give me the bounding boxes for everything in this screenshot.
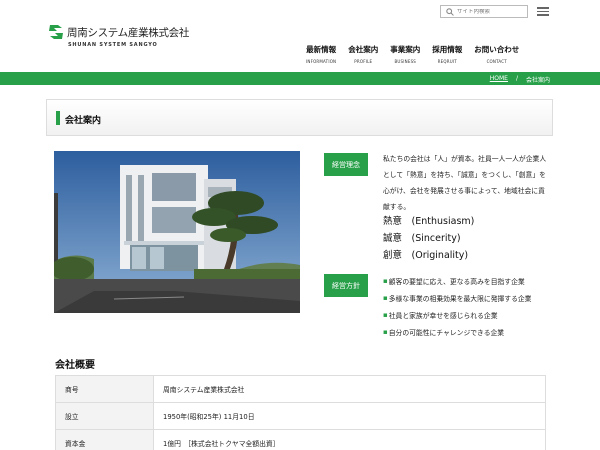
virtue-item: 誠意 (Sincerity): [383, 230, 474, 247]
building-photo: [54, 151, 300, 313]
row-key: 設立: [55, 402, 154, 430]
nav-label: 会社案内: [348, 45, 379, 54]
list-item: ▪ 社員と家族が幸せを感じられる企業: [383, 306, 531, 323]
bullet-icon: ▪: [383, 293, 388, 302]
policy-list: ▪ 顧客の要望に応え、更なる高みを目指す企業 ▪ 多様な事業の相乗効果を最大限に発揮…: [383, 272, 531, 340]
list-item: ▪ 自分の可能性にチャレンジできる企業: [383, 323, 531, 340]
overview-table: 商号 周南システム産業株式会社 設立 1950年(昭和25年) 11月10日 資…: [55, 375, 546, 450]
menu-icon[interactable]: [537, 5, 549, 17]
main-nav: 最新情報 INFORMATION 会社案内 PROFILE 事業案内 BUSIN…: [306, 44, 531, 66]
nav-label: 最新情報: [306, 45, 337, 54]
breadcrumb-current: 会社案内: [525, 77, 550, 84]
bullet-icon: ▪: [383, 276, 388, 285]
virtue-jp: 熱意: [383, 216, 403, 227]
page-title: 会社案内: [65, 116, 102, 126]
row-key: 商号: [55, 375, 154, 403]
policy-text: 社員と家族が幸せを感じられる企業: [388, 311, 498, 320]
nav-label: 採用情報: [432, 45, 463, 54]
philosophy-label: 経営理念: [324, 153, 368, 176]
breadcrumb-home-link[interactable]: HOME: [490, 75, 508, 84]
logo-text: 周南システム産業株式会社: [67, 27, 190, 39]
company-logo[interactable]: 周南システム産業株式会社 SHUNAN SYSTEM SANGYO: [48, 24, 190, 52]
policy-text: 自分の可能性にチャレンジできる企業: [388, 328, 505, 337]
search-box[interactable]: [440, 5, 528, 18]
virtue-item: 創意 (Originality): [383, 247, 474, 264]
page-title-box: 会社案内: [46, 99, 553, 136]
virtue-jp: 創意: [383, 250, 403, 261]
overview-title: 会社概要: [55, 360, 95, 371]
policy-text: 多様な事業の相乗効果を最大限に発揮する企業: [388, 294, 532, 303]
table-row: 資本金 1億円 ［株式会社トクヤマ全額出資］: [55, 429, 546, 450]
nav-item-information[interactable]: 最新情報 INFORMATION: [306, 44, 336, 66]
bullet-icon: ▪: [383, 310, 388, 319]
search-icon[interactable]: [444, 6, 455, 17]
logo-subtext: SHUNAN SYSTEM SANGYO: [68, 42, 158, 48]
nav-label: お問い合わせ: [474, 45, 520, 54]
virtue-item: 熱意 (Enthusiasm): [383, 213, 474, 230]
row-value: 周南システム産業株式会社: [153, 375, 546, 403]
list-item: ▪ 顧客の要望に応え、更なる高みを目指す企業: [383, 272, 531, 289]
table-row: 商号 周南システム産業株式会社: [55, 375, 546, 403]
nav-sublabel: PROFILE: [354, 59, 373, 64]
policy-text: 顧客の要望に応え、更なる高みを目指す企業: [388, 277, 525, 286]
virtues-list: 熱意 (Enthusiasm) 誠意 (Sincerity) 創意 (Origi…: [383, 213, 474, 264]
table-row: 設立 1950年(昭和25年) 11月10日: [55, 402, 546, 430]
policy-label: 経営方針: [324, 274, 368, 297]
search-input[interactable]: [457, 8, 527, 15]
bullet-icon: ▪: [383, 327, 388, 336]
nav-item-recruit[interactable]: 採用情報 REQRUIT: [432, 44, 462, 66]
nav-sublabel: REQRUIT: [437, 59, 457, 64]
nav-item-contact[interactable]: お問い合わせ CONTACT: [474, 44, 519, 66]
virtue-en: (Sincerity): [411, 233, 461, 244]
philosophy-text: 私たちの会社は「人」が資本。社員一人一人が企業人として「熱意」を持ち、「誠意」を…: [383, 155, 547, 211]
virtue-en: (Enthusiasm): [411, 216, 475, 227]
row-value: 1950年(昭和25年) 11月10日: [153, 402, 546, 430]
title-accent: [56, 111, 60, 125]
nav-sublabel: INFORMATION: [306, 59, 337, 64]
row-value: 1億円 ［株式会社トクヤマ全額出資］: [153, 429, 546, 450]
nav-item-business[interactable]: 事業案内 BUSINESS: [390, 44, 420, 66]
list-item: ▪ 多様な事業の相乗効果を最大限に発揮する企業: [383, 289, 531, 306]
breadcrumb-separator: /: [515, 75, 518, 82]
nav-sublabel: CONTACT: [486, 59, 507, 64]
virtue-en: (Originality): [411, 250, 469, 261]
row-key: 資本金: [55, 429, 154, 450]
virtue-jp: 誠意: [383, 233, 403, 244]
nav-label: 事業案内: [390, 45, 421, 54]
logo-mark-icon: [49, 25, 63, 39]
breadcrumb: HOME / 会社案内: [490, 75, 550, 84]
nav-item-profile[interactable]: 会社案内 PROFILE: [348, 44, 378, 66]
nav-sublabel: BUSINESS: [394, 59, 417, 64]
